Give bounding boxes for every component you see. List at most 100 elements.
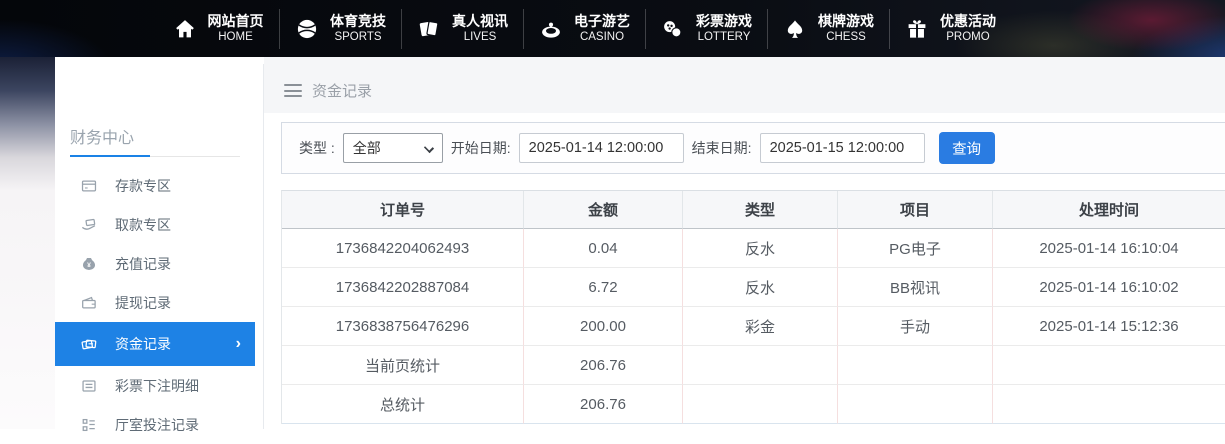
nav-label-en: HOME	[218, 30, 253, 44]
table-cell: 1736838756476296	[282, 307, 524, 346]
nav-item-text: 电子游艺CASINO	[574, 13, 630, 45]
table-cell	[683, 385, 838, 424]
nav-item-text: 体育竞技SPORTS	[330, 13, 386, 45]
nav-label-zh: 电子游艺	[574, 13, 630, 31]
nav-label-zh: 棋牌游戏	[818, 13, 874, 31]
nav-label-zh: 真人视讯	[452, 13, 508, 31]
nav-label-en: CHESS	[826, 30, 866, 44]
sidebar-item-1[interactable]: 存款专区	[55, 166, 255, 205]
table-header-cell: 类型	[683, 191, 838, 229]
table-cell: 200.00	[524, 307, 683, 346]
sidebar-item-label: 彩票下注明细	[115, 376, 199, 396]
start-date-input[interactable]	[519, 133, 684, 163]
sidebar-item-label: 充值记录	[115, 254, 171, 274]
nav-item-text: 彩票游戏LOTTERY	[696, 13, 752, 45]
sidebar-item-label: 取款专区	[115, 215, 171, 235]
nav-item-text: 网站首页HOME	[208, 13, 264, 45]
chess-icon	[783, 17, 807, 41]
lottery-icon	[661, 17, 685, 41]
end-date-input[interactable]	[760, 133, 925, 163]
table-cell: PG电子	[838, 229, 993, 268]
recharge-record-icon: ¥	[80, 255, 98, 273]
nav-item-lottery[interactable]: 彩票游戏LOTTERY	[645, 9, 767, 49]
nav-item-home[interactable]: 网站首页HOME	[157, 9, 279, 49]
nav-item-promo[interactable]: 优惠活动PROMO	[889, 9, 1011, 49]
breadcrumb-band	[264, 57, 1225, 113]
sidebar-item-label: 存款专区	[115, 176, 171, 196]
chevron-down-icon	[424, 143, 434, 153]
nav-item-text: 棋牌游戏CHESS	[818, 13, 874, 45]
lottery-bet-icon	[80, 377, 98, 395]
nav-item-text: 真人视讯LIVES	[452, 13, 508, 45]
nav-label-en: LIVES	[464, 30, 497, 44]
table-cell	[838, 346, 993, 385]
breadcrumb: 资金记录	[284, 80, 372, 101]
end-date-label: 结束日期:	[692, 138, 752, 158]
table-cell	[993, 385, 1225, 424]
room-bet-icon	[80, 416, 98, 434]
table-header-row: 订单号金额类型项目处理时间	[282, 191, 1225, 229]
filter-bar: 类型 : 全部 开始日期: 结束日期: 查询	[281, 122, 1225, 174]
sidebar-section-title: 财务中心	[70, 124, 134, 148]
section-divider-accent	[70, 155, 150, 157]
table-cell: 反水	[683, 229, 838, 268]
sidebar-item-6[interactable]: 彩票下注明细	[55, 366, 255, 405]
table-header-cell: 金额	[524, 191, 683, 229]
page-background-strip	[0, 57, 55, 429]
nav-item-lives[interactable]: 真人视讯LIVES	[401, 9, 523, 49]
nav-item-sports[interactable]: 体育竞技SPORTS	[279, 9, 401, 49]
table-row: 1736838756476296200.00彩金手动2025-01-14 15:…	[282, 307, 1225, 346]
casino-icon	[539, 17, 563, 41]
table-cell: 2025-01-14 15:12:36	[993, 307, 1225, 346]
sidebar-item-2[interactable]: 取款专区	[55, 205, 255, 244]
deposit-icon	[80, 177, 98, 195]
nav-label-zh: 优惠活动	[940, 13, 996, 31]
sidebar-item-7[interactable]: 厅室投注记录	[55, 405, 255, 444]
search-button[interactable]: 查询	[939, 132, 995, 164]
table-cell: 反水	[683, 268, 838, 307]
nav-item-casino[interactable]: 电子游艺CASINO	[523, 9, 645, 49]
table-cell: 2025-01-14 16:10:04	[993, 229, 1225, 268]
table-cell: 6.72	[524, 268, 683, 307]
table-cell: 1736842204062493	[282, 229, 524, 268]
top-navigation: 网站首页HOME 体育竞技SPORTS 真人视讯LIVES 电子游艺CASINO 彩票游…	[0, 0, 1225, 57]
sidebar-item-label: 资金记录	[115, 334, 171, 354]
home-icon	[173, 17, 197, 41]
nav-label-en: PROMO	[946, 30, 989, 44]
funds-record-icon	[80, 335, 98, 353]
sidebar-item-label: 提现记录	[115, 293, 171, 313]
table-cell: 当前页统计	[282, 346, 524, 385]
nav-label-en: CASINO	[580, 30, 624, 44]
sidebar-item-5[interactable]: 资金记录 ›	[55, 322, 255, 366]
table-header-cell: 处理时间	[993, 191, 1225, 229]
table-cell: 0.04	[524, 229, 683, 268]
chevron-right-icon: ›	[236, 336, 241, 352]
start-date-label: 开始日期:	[451, 138, 511, 158]
withdrawal-record-icon	[80, 294, 98, 312]
hamburger-icon[interactable]	[284, 84, 302, 97]
nav-item-chess[interactable]: 棋牌游戏CHESS	[767, 9, 889, 49]
table-header-cell: 项目	[838, 191, 993, 229]
nav-label-en: SPORTS	[334, 30, 381, 44]
lives-icon	[417, 17, 441, 41]
table-cell: 206.76	[524, 346, 683, 385]
table-cell: BB视讯	[838, 268, 993, 307]
table-cell: 206.76	[524, 385, 683, 424]
table-cell	[838, 385, 993, 424]
sidebar-right-divider	[263, 64, 264, 429]
table-cell: 手动	[838, 307, 993, 346]
nav-label-zh: 彩票游戏	[696, 13, 752, 31]
table-row: 17368422040624930.04反水PG电子2025-01-14 16:…	[282, 229, 1225, 268]
promo-icon	[905, 17, 929, 41]
table-cell	[683, 346, 838, 385]
type-select[interactable]: 全部	[343, 133, 443, 163]
type-select-value: 全部	[353, 138, 381, 158]
type-label: 类型 :	[299, 138, 335, 158]
sidebar-item-3[interactable]: ¥ 充值记录	[55, 244, 255, 283]
nav-items: 网站首页HOME 体育竞技SPORTS 真人视讯LIVES 电子游艺CASINO 彩票游…	[157, 9, 1011, 49]
sidebar-item-4[interactable]: 提现记录	[55, 283, 255, 322]
nav-label-zh: 网站首页	[208, 13, 264, 31]
nav-label-en: LOTTERY	[698, 30, 751, 44]
table-cell	[993, 346, 1225, 385]
nav-label-zh: 体育竞技	[330, 13, 386, 31]
